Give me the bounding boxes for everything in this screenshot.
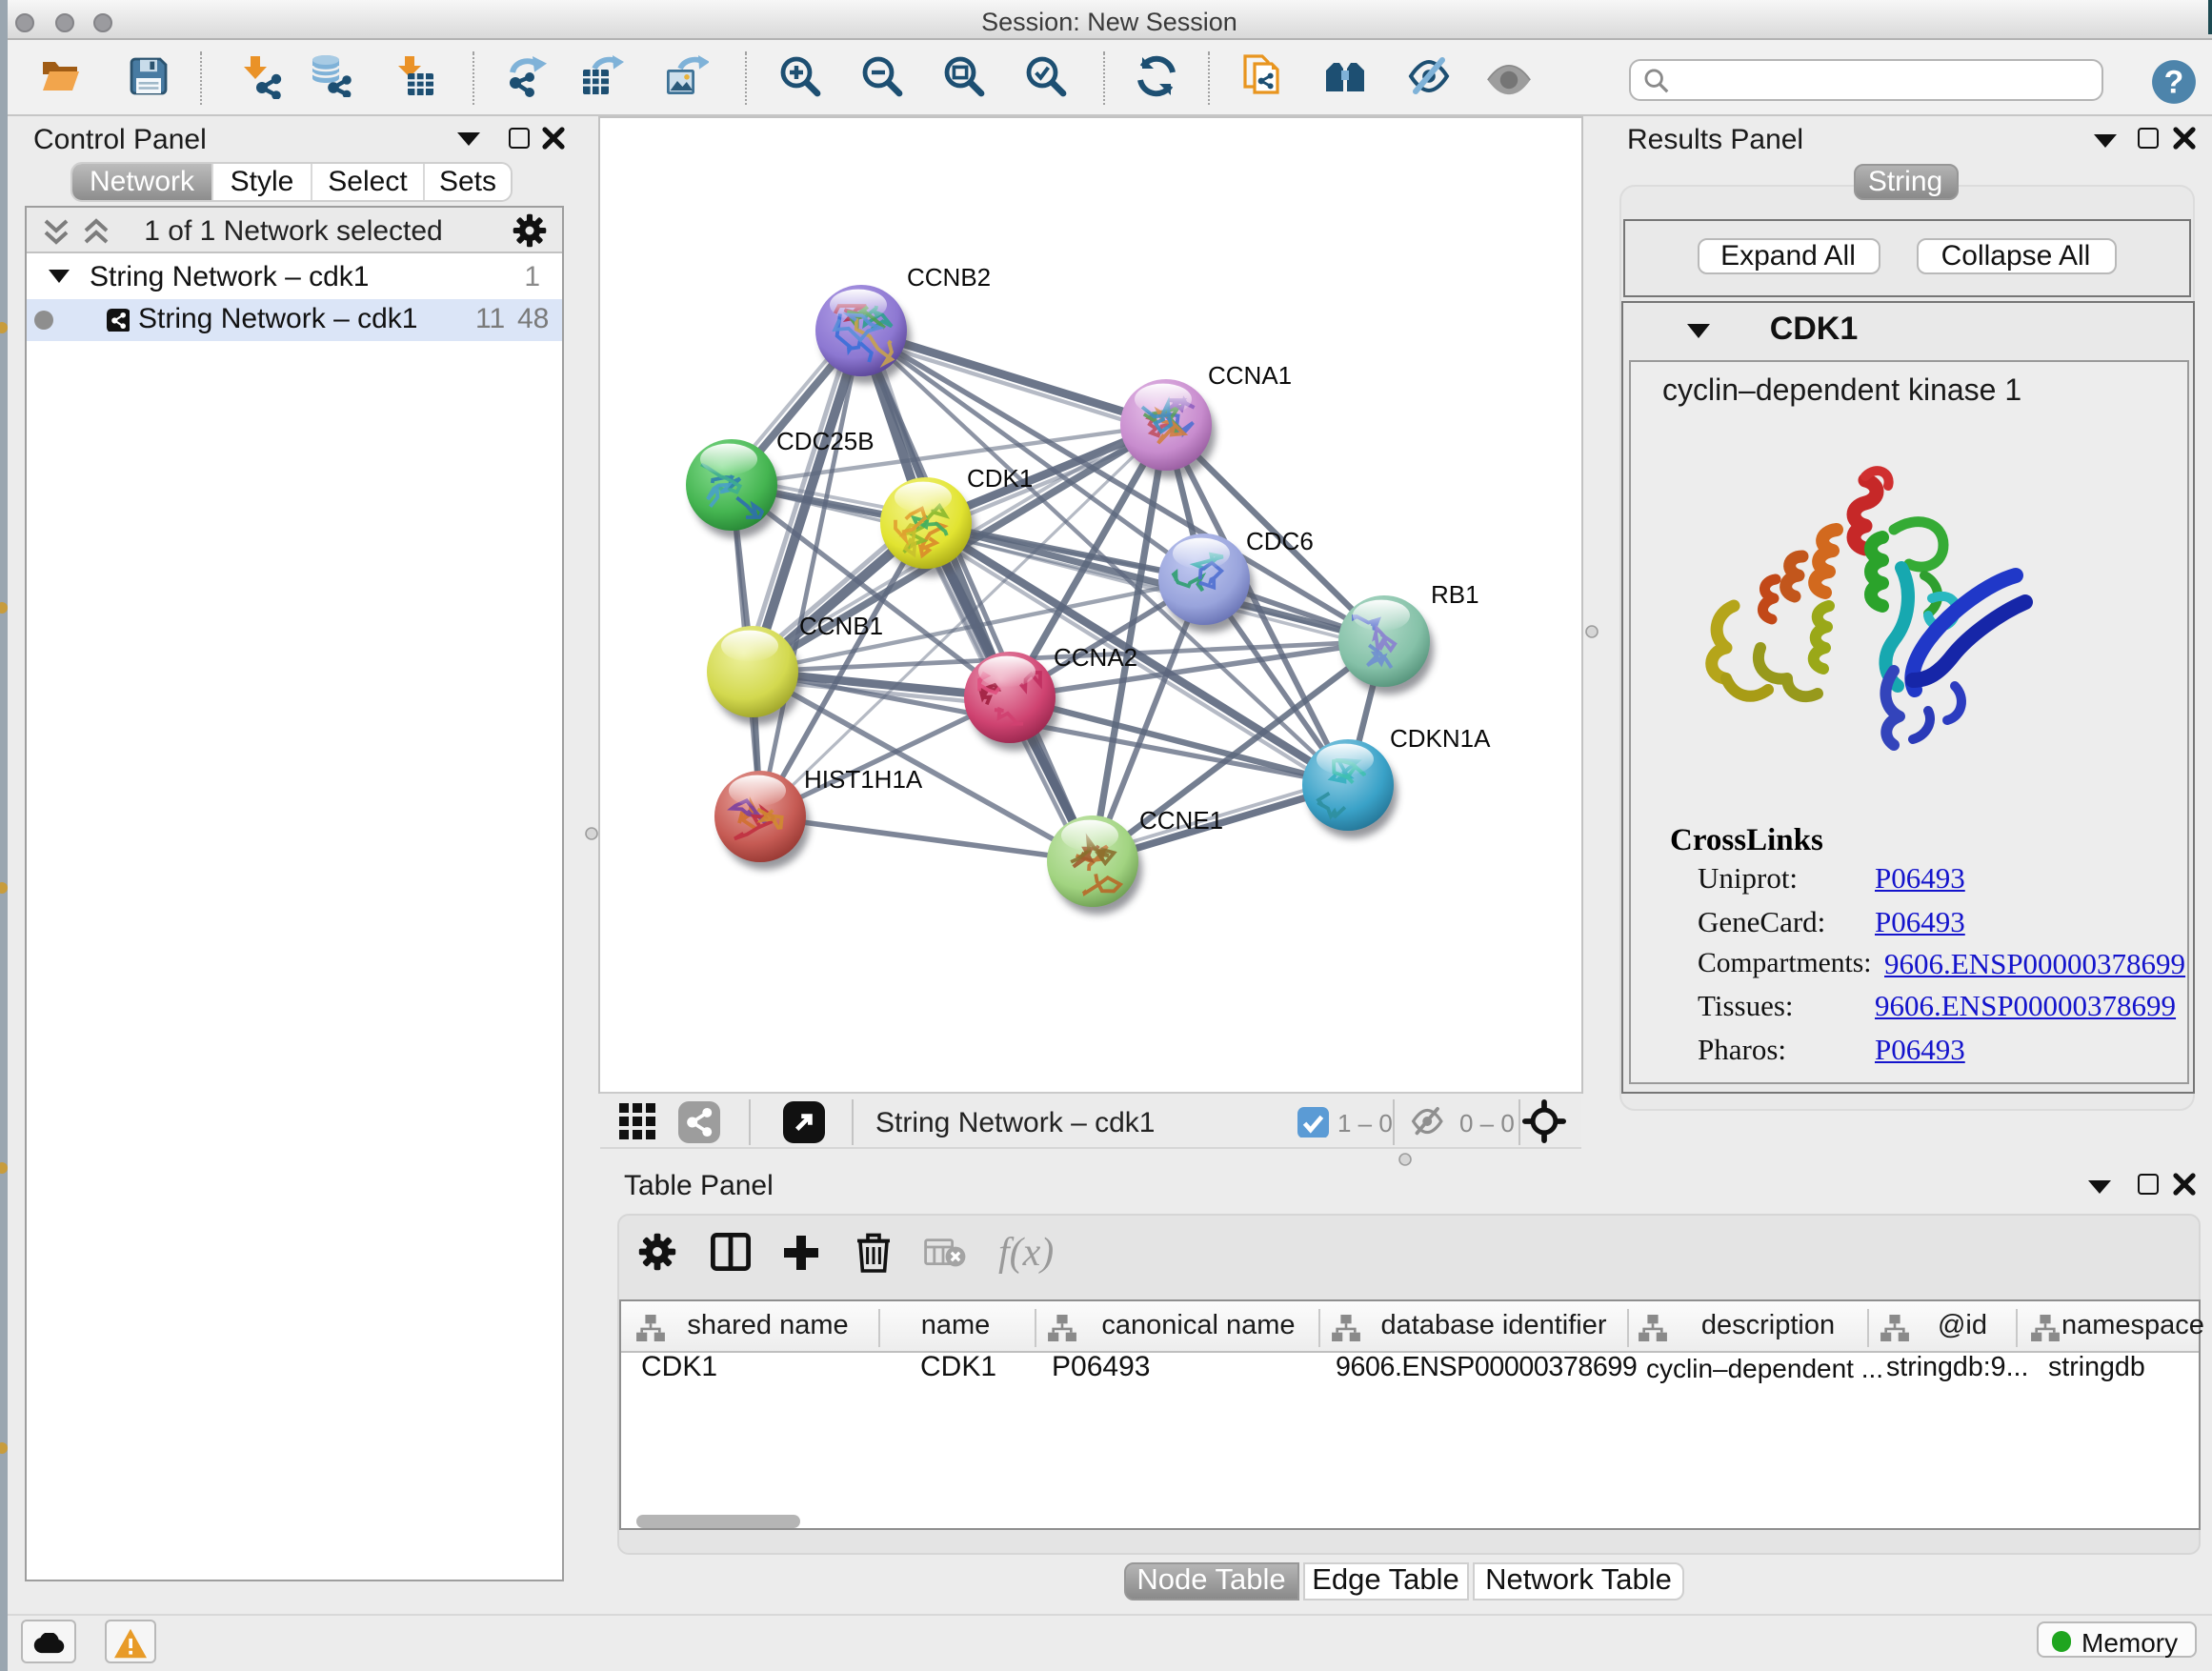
svg-text:?: ? <box>2163 65 2183 101</box>
svg-text:CDK1: CDK1 <box>967 463 1033 492</box>
svg-text:CDC25B: CDC25B <box>776 426 875 454</box>
svg-text:CCNA1: CCNA1 <box>1208 360 1292 389</box>
svg-text:CCNB1: CCNB1 <box>799 611 883 639</box>
svg-text:CDKN1A: CDKN1A <box>1390 723 1491 752</box>
svg-text:HIST1H1A: HIST1H1A <box>804 764 923 793</box>
svg-text:CCNE1: CCNE1 <box>1139 805 1223 834</box>
svg-text:RB1: RB1 <box>1431 579 1479 608</box>
svg-text:CCNB2: CCNB2 <box>907 262 991 291</box>
svg-text:CDC6: CDC6 <box>1246 526 1314 554</box>
svg-text:CCNA2: CCNA2 <box>1054 642 1137 671</box>
